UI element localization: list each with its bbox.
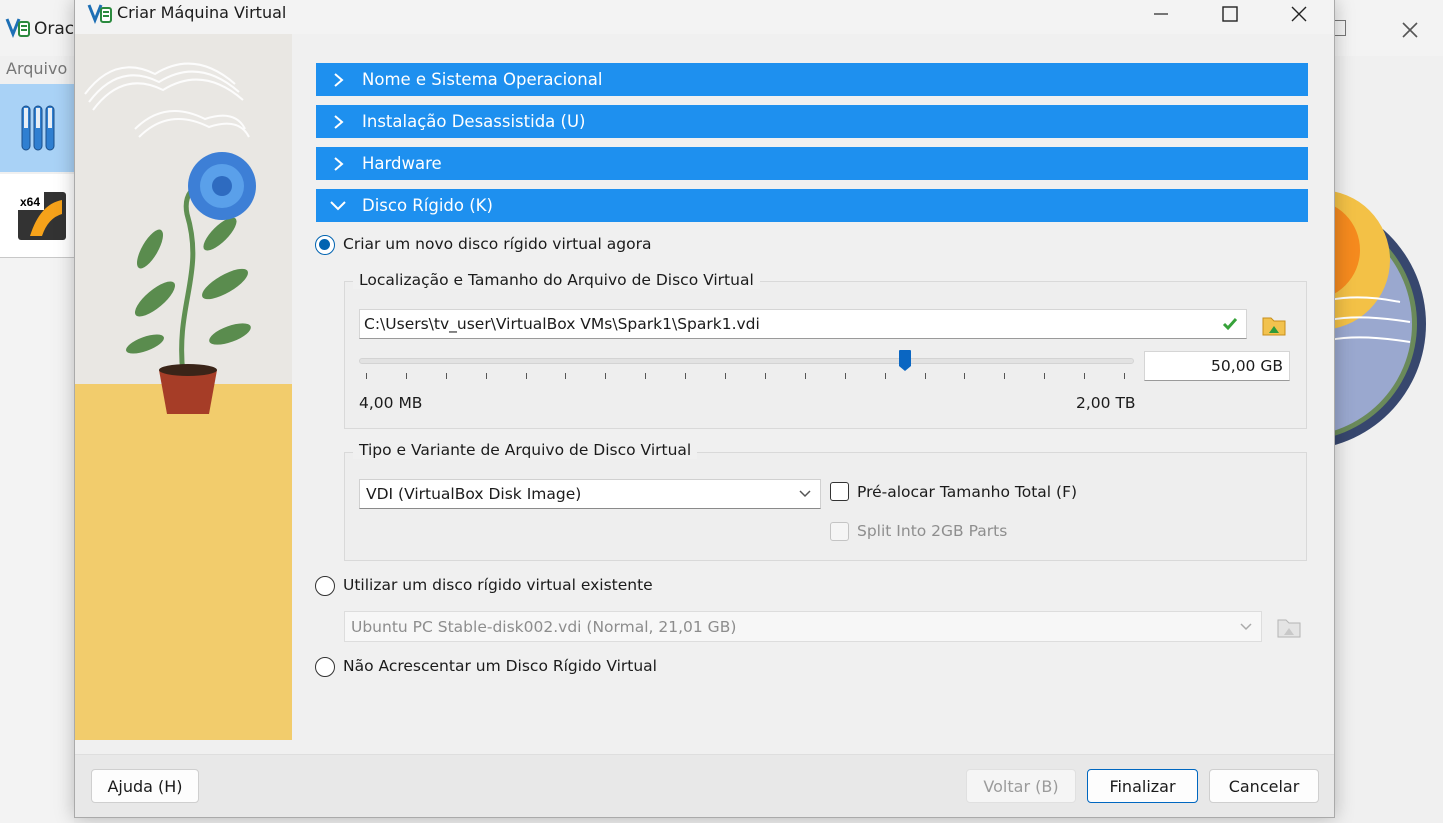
slider-tick — [485, 373, 487, 379]
close-icon — [1291, 6, 1307, 22]
slider-tick — [964, 373, 966, 379]
virtualbox-logo-icon — [5, 16, 31, 44]
disk-size-input[interactable]: 50,00 GB — [1144, 351, 1290, 381]
disk-path-value: C:\Users\tv_user\VirtualBox VMs\Spark1\S… — [364, 315, 760, 333]
label-use-existing-disk: Utilizar um disco rígido virtual existen… — [343, 576, 653, 594]
section-label: Disco Rígido (K) — [362, 196, 493, 215]
section-hardware[interactable]: Hardware — [316, 147, 1308, 180]
help-button[interactable]: Ajuda (H) — [91, 769, 199, 803]
section-label: Instalação Desassistida (U) — [362, 112, 586, 131]
disk-size-value: 50,00 GB — [1211, 357, 1283, 375]
disk-format-select[interactable]: VDI (VirtualBox Disk Image) — [359, 479, 821, 509]
slider-tick — [605, 373, 607, 379]
slider-tick — [366, 373, 367, 379]
disk-size-slider-track[interactable] — [359, 358, 1134, 364]
slider-tick — [1124, 373, 1125, 379]
close-button[interactable] — [1275, 0, 1323, 28]
label-no-disk: Não Acrescentar um Disco Rígido Virtual — [343, 657, 657, 675]
radio-use-existing-disk[interactable] — [315, 576, 335, 596]
slider-tick — [804, 373, 806, 379]
type-variant-group-title: Tipo e Variante de Arquivo de Disco Virt… — [353, 441, 698, 459]
slider-tick — [725, 373, 727, 379]
back-button[interactable]: Voltar (B) — [966, 769, 1076, 803]
slider-tick — [525, 373, 527, 379]
slider-tick — [924, 373, 926, 379]
slider-tick — [1084, 373, 1086, 379]
browse-folder-button[interactable] — [1259, 310, 1289, 340]
disk-size-slider-thumb[interactable] — [898, 349, 912, 377]
preallocate-checkbox[interactable] — [830, 482, 849, 501]
valid-checkmark-icon — [1222, 318, 1238, 331]
wizard-illustration — [75, 34, 292, 740]
label-create-new-disk: Criar um novo disco rígido virtual agora — [343, 235, 652, 253]
chevron-down-icon — [316, 199, 360, 213]
location-size-group-title: Localização e Tamanho do Arquivo de Disc… — [353, 271, 760, 289]
slider-tick — [764, 373, 766, 379]
split-2gb-checkbox[interactable] — [830, 522, 849, 541]
section-label: Nome e Sistema Operacional — [362, 70, 603, 89]
vm-list-item[interactable]: x64 — [0, 174, 74, 258]
slider-tick — [445, 373, 447, 379]
background-window-title: Orac — [34, 19, 75, 39]
section-hard-disk[interactable]: Disco Rígido (K) — [316, 189, 1308, 222]
section-label: Hardware — [362, 154, 442, 173]
chevron-right-icon — [316, 72, 360, 88]
chevron-down-icon — [1240, 622, 1252, 630]
slider-tick — [884, 373, 886, 379]
maximize-icon — [1222, 6, 1238, 22]
virtualbox-logo-icon — [87, 2, 113, 30]
split-2gb-label: Split Into 2GB Parts — [857, 522, 1008, 540]
disk-format-value: VDI (VirtualBox Disk Image) — [366, 485, 582, 503]
slider-tick — [685, 373, 687, 379]
minimize-button[interactable] — [1137, 0, 1185, 28]
existing-disk-value: Ubuntu PC Stable-disk002.vdi (Normal, 21… — [351, 617, 737, 636]
chevron-right-icon — [316, 114, 360, 130]
chevron-down-icon — [799, 490, 811, 498]
os-x64-icon: x64 — [18, 192, 66, 240]
tools-icon — [21, 105, 55, 151]
minimize-icon — [1154, 13, 1168, 15]
background-close-icon[interactable] — [1398, 18, 1422, 42]
cancel-button[interactable]: Cancelar — [1209, 769, 1319, 803]
section-unattended-install[interactable]: Instalação Desassistida (U) — [316, 105, 1308, 138]
slider-tick — [405, 373, 407, 379]
menu-arquivo[interactable]: Arquivo — [6, 59, 67, 78]
slider-min-label: 4,00 MB — [359, 394, 423, 412]
folder-icon — [1262, 317, 1286, 336]
disk-path-field[interactable]: C:\Users\tv_user\VirtualBox VMs\Spark1\S… — [359, 309, 1247, 339]
slider-tick — [1044, 373, 1046, 379]
radio-create-new-disk[interactable] — [315, 235, 335, 255]
radio-no-disk[interactable] — [315, 657, 335, 677]
preallocate-label: Pré-alocar Tamanho Total (F) — [857, 483, 1078, 501]
dialog-title: Criar Máquina Virtual — [117, 3, 287, 22]
finish-button[interactable]: Finalizar — [1087, 769, 1198, 803]
vm-list — [0, 258, 74, 823]
choose-disk-button[interactable] — [1274, 612, 1304, 642]
svg-text:x64: x64 — [20, 195, 40, 209]
section-name-os[interactable]: Nome e Sistema Operacional — [316, 63, 1308, 96]
slider-tick — [1004, 373, 1006, 379]
slider-tick — [645, 373, 647, 379]
slider-tick — [844, 373, 846, 379]
folder-icon — [1277, 619, 1301, 638]
existing-disk-select[interactable]: Ubuntu PC Stable-disk002.vdi (Normal, 21… — [344, 611, 1262, 642]
chevron-right-icon — [316, 156, 360, 172]
slider-max-label: 2,00 TB — [1076, 394, 1136, 412]
tools-panel-item[interactable] — [0, 84, 74, 172]
slider-tick — [565, 373, 567, 379]
maximize-button[interactable] — [1206, 0, 1254, 28]
